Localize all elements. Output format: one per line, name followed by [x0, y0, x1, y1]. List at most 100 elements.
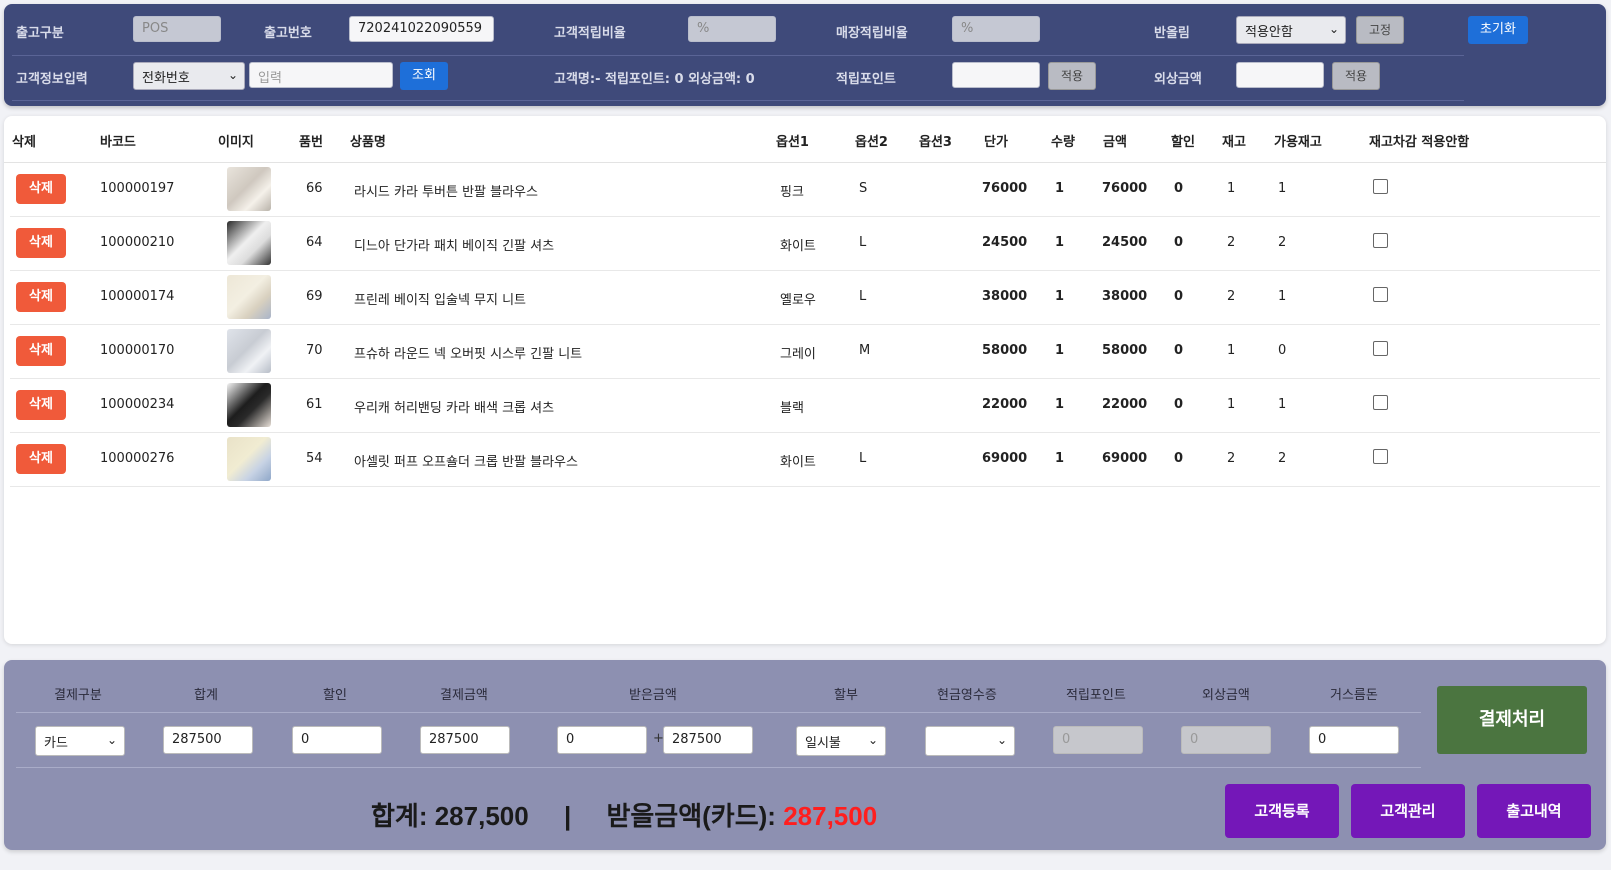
option2-cell: M: [859, 343, 871, 358]
store-rate-input[interactable]: %: [952, 16, 1040, 42]
received-input-a[interactable]: 0: [557, 726, 647, 754]
customer-register-button[interactable]: 고객등록: [1225, 784, 1339, 838]
points-input[interactable]: [952, 62, 1040, 88]
chevron-down-icon: ⌄: [1328, 22, 1339, 36]
payment-panel: 결제구분 합계 할인 결제금액 받은금액 할부 현금영수증 적립포인트 외상금액…: [4, 660, 1606, 850]
customer-rate-input[interactable]: %: [688, 16, 776, 42]
amount-cell: 58000: [1102, 343, 1148, 358]
pay-amount-input[interactable]: 287500: [420, 726, 510, 754]
points-apply-button[interactable]: 적용: [1048, 62, 1096, 90]
no-deduct-checkbox[interactable]: [1373, 449, 1388, 464]
product-thumbnail: [227, 275, 271, 319]
discount-cell: 0: [1174, 397, 1184, 412]
summary-receive-label: 받을금액(카드):: [606, 801, 784, 831]
col-available: 가용재고: [1274, 135, 1322, 150]
col-barcode: 바코드: [100, 135, 136, 150]
qty-cell: 1: [1055, 181, 1065, 196]
amount-cell: 76000: [1102, 181, 1148, 196]
number-cell: 70: [306, 343, 323, 358]
col-discount: 할인: [1171, 135, 1195, 150]
price-cell: 22000: [982, 397, 1028, 412]
change-header: 거스름돈: [1330, 688, 1378, 703]
delete-row-button[interactable]: 삭제: [16, 174, 66, 204]
no-deduct-checkbox[interactable]: [1373, 395, 1388, 410]
table-row: 삭제 100000170 70 프슈하 라운드 넥 오버핏 시스루 긴팔 니트 …: [10, 324, 1600, 379]
customer-manage-button[interactable]: 고객관리: [1351, 784, 1465, 838]
pay-type-select[interactable]: 카드 ⌄: [35, 726, 125, 756]
top-row-2: 고객정보입력 전화번호 ⌄ 입력 조회 고객명:- 적립포인트: 0 외상금액:…: [4, 56, 1606, 96]
customer-info-select-value: 전화번호: [142, 71, 190, 86]
change-input[interactable]: 0: [1309, 726, 1399, 754]
name-cell: 아셀릿 퍼프 오프숄더 크롭 반팔 블라우스: [354, 455, 578, 470]
installment-value: 일시불: [805, 736, 841, 751]
rounding-select[interactable]: 적용안함 ⌄: [1236, 16, 1346, 44]
table-row: 삭제 100000210 64 디느아 단가라 패치 베이직 긴팔 셔츠 화이트…: [10, 216, 1600, 271]
discount-cell: 0: [1174, 343, 1184, 358]
received-input-b[interactable]: 287500: [663, 726, 753, 754]
rounding-label: 반올림: [1154, 26, 1190, 41]
number-cell: 69: [306, 289, 323, 304]
col-option1: 옵션1: [776, 135, 809, 150]
discount-cell: 0: [1174, 289, 1184, 304]
pay-amount-header: 결제금액: [440, 688, 488, 703]
col-name: 상품명: [350, 135, 386, 150]
customer-info-input[interactable]: 입력: [249, 62, 393, 88]
top-control-panel: 출고구분 POS 출고번호 720241022090559 고객적립비율 % 매…: [4, 4, 1606, 106]
customer-rate-label: 고객적립비율: [554, 26, 626, 41]
release-type-input[interactable]: POS: [133, 16, 221, 42]
col-price: 단가: [984, 135, 1008, 150]
stock-cell: 1: [1227, 181, 1236, 196]
cash-receipt-select[interactable]: ⌄: [925, 726, 1015, 756]
process-payment-button[interactable]: 결제처리: [1437, 686, 1587, 754]
col-qty: 수량: [1051, 135, 1075, 150]
customer-summary-text: 고객명:- 적립포인트: 0 외상금액: 0: [554, 72, 755, 87]
release-history-button[interactable]: 출고내역: [1477, 784, 1591, 838]
credit-input[interactable]: [1236, 62, 1324, 88]
fix-button[interactable]: 고정: [1356, 16, 1404, 44]
qty-cell: 1: [1055, 451, 1065, 466]
available-cell: 1: [1278, 181, 1287, 196]
amount-cell: 69000: [1102, 451, 1148, 466]
discount-cell: 0: [1174, 181, 1184, 196]
delete-row-button[interactable]: 삭제: [16, 228, 66, 258]
amount-cell: 38000: [1102, 289, 1148, 304]
available-cell: 2: [1278, 451, 1287, 466]
barcode-cell: 100000210: [100, 235, 175, 250]
summary-receive-value: 287,500: [783, 801, 878, 831]
total-input[interactable]: 287500: [163, 726, 253, 754]
search-button[interactable]: 조회: [400, 62, 448, 90]
chevron-down-icon: ⌄: [106, 733, 117, 747]
discount-header: 할인: [323, 688, 347, 703]
delete-row-button[interactable]: 삭제: [16, 336, 66, 366]
delete-row-button[interactable]: 삭제: [16, 282, 66, 312]
number-cell: 64: [306, 235, 323, 250]
price-cell: 76000: [982, 181, 1028, 196]
customer-info-select[interactable]: 전화번호 ⌄: [133, 62, 245, 90]
no-deduct-checkbox[interactable]: [1373, 287, 1388, 302]
barcode-cell: 100000234: [100, 397, 175, 412]
table-header: 삭제 바코드 이미지 품번 상품명 옵션1 옵션2 옵션3 단가 수량 금액 할…: [4, 116, 1606, 163]
no-deduct-checkbox[interactable]: [1373, 341, 1388, 356]
credit-apply-button[interactable]: 적용: [1332, 62, 1380, 90]
delete-row-button[interactable]: 삭제: [16, 390, 66, 420]
installment-select[interactable]: 일시불 ⌄: [796, 726, 886, 756]
reset-button[interactable]: 초기화: [1468, 16, 1528, 44]
number-cell: 54: [306, 451, 323, 466]
no-deduct-checkbox[interactable]: [1373, 233, 1388, 248]
discount-input[interactable]: 0: [292, 726, 382, 754]
barcode-cell: 100000174: [100, 289, 175, 304]
table-row: 삭제 100000197 66 라시드 카라 투버튼 반팔 블라우스 핑크 S …: [10, 162, 1600, 217]
product-thumbnail: [227, 383, 271, 427]
name-cell: 우리캐 허리밴딩 카라 배색 크롭 셔츠: [354, 401, 555, 416]
option2-cell: L: [859, 451, 867, 466]
delete-row-button[interactable]: 삭제: [16, 444, 66, 474]
option2-cell: S: [859, 181, 868, 196]
number-cell: 61: [306, 397, 323, 412]
release-no-input[interactable]: 720241022090559: [349, 16, 494, 42]
received-header: 받은금액: [629, 688, 677, 703]
price-cell: 24500: [982, 235, 1028, 250]
stock-cell: 2: [1227, 235, 1236, 250]
no-deduct-checkbox[interactable]: [1373, 179, 1388, 194]
product-thumbnail: [227, 329, 271, 373]
option1-cell: 화이트: [780, 239, 816, 254]
